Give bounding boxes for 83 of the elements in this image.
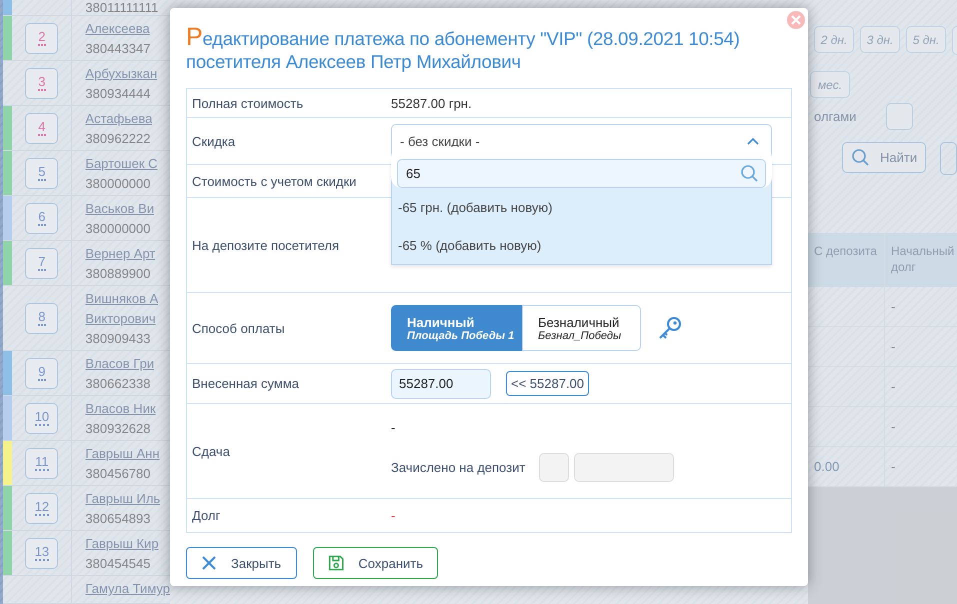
field-label: Способ оплаты [191,320,286,338]
number-badge[interactable]: 2 [25,22,58,54]
member-name-link[interactable]: Викторович [85,310,158,326]
member-name-link[interactable]: Астафьева [85,110,152,126]
member-name-link[interactable]: Васьков Ви [85,200,154,216]
field-label: Долг [191,507,222,525]
search-icon [740,164,759,183]
table-cell-text: - [890,458,896,476]
number-badge[interactable]: 11 [25,448,58,478]
column-header: Начальный долг [890,243,956,276]
phone-number: 380000000 [85,176,152,190]
close-icon [201,555,217,571]
search-icon [851,148,870,167]
close-button[interactable] [787,11,805,29]
field-value: - [391,420,396,435]
find-button[interactable]: Найти [842,142,926,173]
filter-label: олгами [814,109,856,124]
phone-number: 38011111111 [85,0,158,15]
field-label: Зачислено на депозит [391,460,526,475]
payment-method-button[interactable]: Безналичный Безнал_Победы [522,305,641,351]
number-badge[interactable]: 3 [25,68,58,98]
number-badge[interactable]: 8 [25,302,58,334]
member-name-link[interactable]: Гамула Тимур [85,581,170,596]
close-dialog-button[interactable]: Закрыть [186,547,297,579]
number-badge[interactable]: 12 [25,492,58,524]
field-label: Стоимость с учетом скидки [191,172,358,191]
phone-number: 380443347 [85,40,150,56]
table-cell-text: - [890,418,896,436]
member-name-link[interactable]: Бартошек С [85,156,158,170]
phone-number: 380456780 [85,466,152,480]
member-name-link[interactable]: Вернер Арт [85,246,156,260]
member-name-link[interactable]: Власов Гри [85,356,154,370]
member-name-link[interactable]: Гаврыш Анн [85,446,160,460]
number-badge[interactable]: 10 [25,402,58,434]
field-value: 55287.00 грн. [391,96,472,110]
checkbox[interactable] [886,103,914,130]
table-cell-text: - [890,378,896,396]
member-name-link[interactable]: Арбухызкан [85,66,158,80]
dropdown-option[interactable]: -65 % (добавить новую) [392,226,771,264]
period-button[interactable]: 3 дн. [860,26,900,53]
phone-number: 380962222 [85,130,152,146]
field-label: Полная стоимость [191,94,304,112]
field-label: Сдача [191,442,231,461]
key-icon [657,315,683,341]
member-name-link[interactable]: Гаврыш Кир [85,536,159,550]
number-badge[interactable]: 9 [25,358,58,388]
field-label: Внесенная сумма [191,375,300,393]
close-icon [791,15,801,25]
phone-number: 380932628 [85,420,152,436]
number-badge[interactable]: 5 [25,158,58,188]
toolbar-button[interactable] [940,142,957,175]
phone-number: 380662338 [85,376,152,390]
payment-method-button[interactable]: Наличный Площадь Победы 1 [391,305,522,351]
period-button[interactable]: 5 дн. [906,26,946,53]
number-badge[interactable]: 4 [25,112,58,144]
phone-number: 380454545 [85,556,152,570]
member-name-link[interactable]: Власов Ник [85,400,156,416]
number-badge[interactable]: 6 [25,202,58,234]
table-cell-text: - [890,298,896,316]
member-name-link[interactable]: Вишняков А [85,290,158,306]
deposit-field[interactable] [574,453,674,482]
phone-number: 380000000 [85,220,152,236]
deposit-checkbox[interactable] [539,453,570,482]
table-cell-text: - [890,338,896,356]
field-label: На депозите посетителя [191,236,340,255]
period-button[interactable]: мес. [810,71,850,98]
caret-up-icon [747,137,759,145]
member-name-link[interactable]: Гаврыш Иль [85,490,160,506]
member-name-link[interactable]: Алексеева [85,20,150,36]
period-button[interactable]: 2 дн. [814,26,854,53]
fill-amount-button[interactable]: << 55287.00 [506,371,590,396]
dialog-title: Редактирование платежа по абонементу "VIP" (28.09.2021 10:54) посетителя Алексеев Петр Михайлович [186,26,741,73]
phone-number: 380934444 [85,86,152,100]
number-badge[interactable]: 7 [25,248,58,278]
field-value: - [391,508,396,523]
dropdown-option[interactable]: -65 грн. (добавить новую) [392,188,771,226]
amount-field[interactable]: 55287.00 [391,368,491,398]
number-badge[interactable]: 13 [25,538,58,568]
field-label: Скидка [191,132,236,151]
phone-number: 380889900 [85,266,152,280]
phone-number: 380909433 [85,330,152,346]
phone-number: 380654893 [85,510,152,526]
save-button[interactable]: Сохранить [313,547,438,579]
